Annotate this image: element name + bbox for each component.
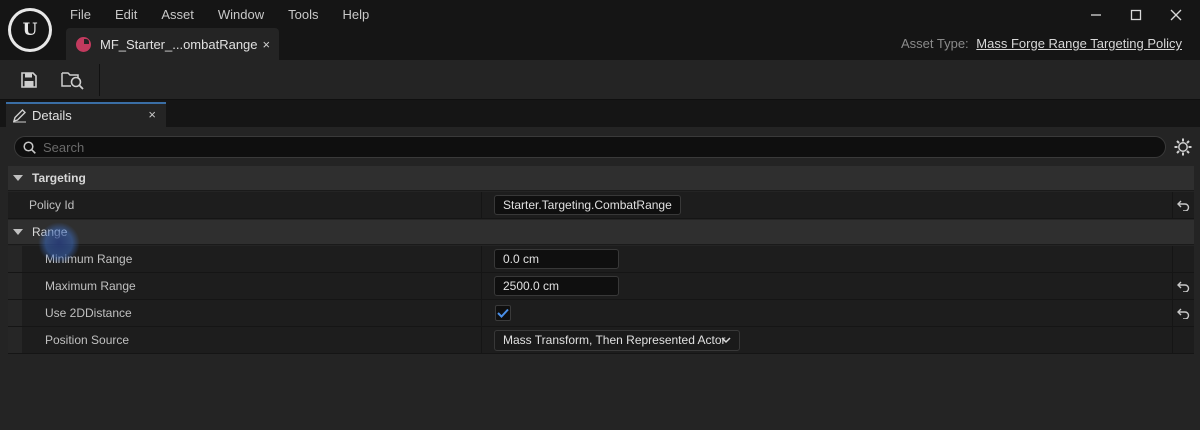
maximize-icon xyxy=(1130,9,1142,21)
menu-window[interactable]: Window xyxy=(206,4,276,26)
browse-to-asset-icon xyxy=(61,72,84,90)
property-row-policy-id: Policy Id Starter.Targeting.CombatRange xyxy=(8,192,1194,219)
maximize-button[interactable] xyxy=(1116,0,1156,30)
column-divider[interactable] xyxy=(481,327,482,353)
indent-gutter xyxy=(8,246,22,272)
close-icon xyxy=(1170,9,1182,21)
property-row-minimum-range: Minimum Range 0.0 cm xyxy=(8,246,1194,273)
minimize-button[interactable] xyxy=(1076,0,1116,30)
browse-to-asset-button[interactable] xyxy=(55,64,91,96)
property-label: Minimum Range xyxy=(45,252,133,266)
asset-type-label: Asset Type: xyxy=(900,36,969,51)
column-divider[interactable] xyxy=(481,300,482,326)
document-tab-label: MF_Starter_...ombatRange xyxy=(100,36,258,52)
search-box[interactable] xyxy=(14,136,1166,158)
category-targeting[interactable]: Targeting xyxy=(8,166,1194,191)
maximum-range-input[interactable]: 2500.0 cm xyxy=(494,276,619,296)
category-label: Targeting xyxy=(32,171,86,185)
property-row-use-2d-distance: Use 2DDistance xyxy=(8,300,1194,327)
toolbar xyxy=(0,60,1200,100)
policy-id-value[interactable]: Starter.Targeting.CombatRange xyxy=(494,195,681,215)
search-input[interactable] xyxy=(43,139,1143,155)
property-label: Position Source xyxy=(45,333,130,347)
reset-to-default-button[interactable] xyxy=(1172,192,1194,218)
details-panel: Targeting Policy Id Starter.Targeting.Co… xyxy=(0,127,1200,430)
menu-bar: File Edit Asset Window Tools Help xyxy=(58,4,381,26)
details-tab[interactable]: Details × xyxy=(6,102,166,127)
minimize-icon xyxy=(1091,14,1101,16)
reset-to-default-icon xyxy=(1177,281,1190,292)
menu-asset[interactable]: Asset xyxy=(149,4,206,26)
search-icon xyxy=(23,140,36,154)
property-row-position-source: Position Source Mass Transform, Then Rep… xyxy=(8,327,1194,354)
property-label: Maximum Range xyxy=(45,279,136,293)
checkmark-icon xyxy=(497,308,509,318)
pencil-icon xyxy=(12,109,26,123)
indent-gutter xyxy=(8,273,22,299)
column-divider[interactable] xyxy=(481,273,482,299)
reset-to-default-button[interactable] xyxy=(1172,300,1194,326)
reset-column xyxy=(1172,246,1194,272)
save-button[interactable] xyxy=(11,64,47,96)
toolbar-separator xyxy=(99,64,100,96)
property-label: Use 2DDistance xyxy=(45,306,132,320)
chevron-down-icon xyxy=(721,337,731,344)
property-row-maximum-range: Maximum Range 2500.0 cm xyxy=(8,273,1194,300)
asset-type-info: Asset Type: Mass Forge Range Targeting P… xyxy=(901,36,1182,51)
gear-icon xyxy=(1174,138,1192,156)
title-bar: U File Edit Asset Window Tools Help MF_S… xyxy=(0,0,1200,60)
column-divider[interactable] xyxy=(481,246,482,272)
asset-type-link[interactable]: Mass Forge Range Targeting Policy xyxy=(976,36,1182,51)
settings-button[interactable] xyxy=(1174,138,1192,156)
menu-edit[interactable]: Edit xyxy=(103,4,149,26)
property-label: Policy Id xyxy=(29,198,75,212)
reset-to-default-icon xyxy=(1177,200,1190,211)
close-window-button[interactable] xyxy=(1156,0,1196,30)
menu-help[interactable]: Help xyxy=(330,4,381,26)
details-tab-label: Details xyxy=(32,108,72,123)
reset-column xyxy=(1172,327,1194,353)
use-2d-distance-checkbox[interactable] xyxy=(495,305,511,321)
save-icon xyxy=(21,72,37,88)
position-source-dropdown[interactable]: Mass Transform, Then Represented Actor xyxy=(494,330,740,351)
collapse-arrow-icon xyxy=(13,175,23,181)
reset-to-default-icon xyxy=(1177,308,1190,319)
category-label: Range xyxy=(32,225,68,239)
indent-gutter xyxy=(8,327,22,353)
details-tab-close-button[interactable]: × xyxy=(148,107,156,122)
collapse-arrow-icon xyxy=(13,229,23,235)
dropdown-value: Mass Transform, Then Represented Actor xyxy=(503,333,726,347)
asset-type-icon xyxy=(76,36,91,52)
minimum-range-input[interactable]: 0.0 cm xyxy=(494,249,619,269)
document-tab-close-button[interactable]: × xyxy=(263,37,271,52)
reset-to-default-button[interactable] xyxy=(1172,273,1194,299)
indent-gutter xyxy=(8,300,22,326)
column-divider[interactable] xyxy=(481,192,482,218)
panel-tab-strip: Details × xyxy=(0,100,1200,127)
category-range[interactable]: Range xyxy=(8,220,1194,245)
document-tab[interactable]: MF_Starter_...ombatRange × xyxy=(66,28,279,60)
menu-tools[interactable]: Tools xyxy=(276,4,330,26)
menu-file[interactable]: File xyxy=(58,4,103,26)
unreal-logo-icon[interactable]: U xyxy=(8,8,52,52)
